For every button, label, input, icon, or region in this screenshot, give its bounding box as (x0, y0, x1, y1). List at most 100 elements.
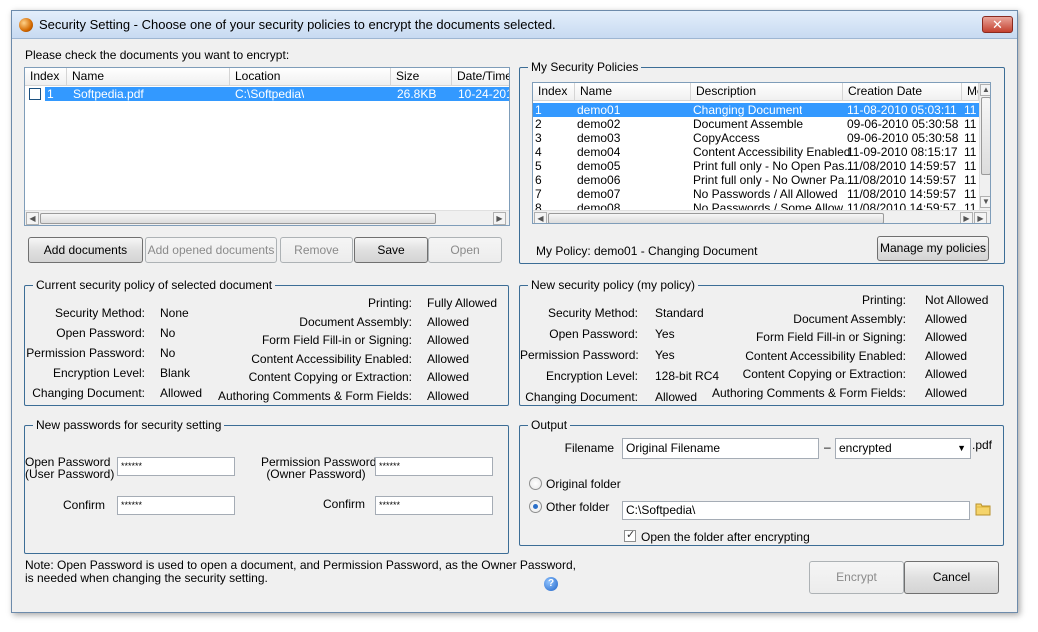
policy-mod: 11 (964, 117, 977, 131)
col-header-index[interactable]: Index (25, 68, 67, 86)
suffix-select[interactable]: encrypted ▼ (835, 438, 971, 459)
manage-my-policies-button[interactable]: Manage my policies (877, 236, 989, 261)
policy-row[interactable]: 1 demo01 Changing Document 11-08-2010 05:03… (533, 103, 979, 117)
new-policy-right-label: Authoring Comments & Form Fields: (711, 385, 906, 400)
current-policy-left-value: Blank (160, 366, 191, 380)
col-header-name[interactable]: Name (67, 68, 230, 86)
open-confirm-label: Confirm (62, 498, 105, 512)
policies-vscrollbar[interactable]: ▲ ▼ (979, 83, 990, 210)
col-header-date[interactable]: Date/Time (452, 68, 509, 86)
documents-hscrollbar[interactable]: ◀ ▶ (25, 210, 509, 225)
policy-row[interactable]: 7 demo07 No Passwords / All Allowed 11/08/2… (533, 187, 979, 201)
policy-name: demo01 (577, 103, 621, 117)
other-folder-radio[interactable] (529, 500, 542, 513)
current-policy-left-label: Encryption Level: (52, 366, 145, 380)
col-header-index[interactable]: Index (533, 83, 575, 101)
policies-list[interactable]: Index Name Description Creation Date Mo … (532, 82, 991, 224)
remove-button[interactable]: Remove (280, 237, 353, 263)
current-policy-group: Current security policy of selected docu… (24, 278, 509, 406)
col-header-size[interactable]: Size (391, 68, 452, 86)
scroll-right-icon[interactable]: ▶ (493, 212, 506, 225)
col-header-location[interactable]: Location (230, 68, 391, 86)
current-policy-left-value: Allowed (160, 386, 203, 400)
checkmark-icon: ✓ (626, 529, 636, 541)
scroll-right-end-icon[interactable]: ▶ (974, 212, 987, 223)
new-policy-right-label: Form Field Fill-in or Signing: (755, 330, 906, 344)
col-header-name[interactable]: Name (575, 83, 691, 101)
policy-index: 1 (535, 103, 542, 117)
current-policy-left-label: Open Password: (56, 326, 145, 340)
open-password-field[interactable]: ****** (117, 457, 235, 476)
filename-field[interactable]: Original Filename (622, 438, 819, 459)
scroll-left-icon[interactable]: ◀ (534, 212, 547, 223)
original-folder-radio[interactable] (529, 477, 542, 490)
current-policy-left-label: Changing Document: (32, 386, 145, 400)
permission-password-confirm-field[interactable]: ****** (375, 496, 493, 515)
save-button[interactable]: Save (354, 237, 428, 263)
open-after-label[interactable]: Open the folder after encrypting (641, 530, 810, 544)
current-policy-left-value: No (160, 346, 176, 360)
new-policy-legend: New security policy (my policy) (528, 278, 699, 292)
open-button[interactable]: Open (428, 237, 502, 263)
cancel-button[interactable]: Cancel (904, 561, 999, 594)
document-date: 10-24-201 (458, 87, 510, 101)
security-setting-window: Security Setting - Choose one of your se… (11, 10, 1018, 613)
scroll-down-icon[interactable]: ▼ (980, 196, 990, 208)
col-header-description[interactable]: Description (691, 83, 843, 101)
document-row[interactable]: 1 Softpedia.pdf C:\Softpedia\ 26.8KB 10-… (45, 87, 509, 101)
policy-description: No Passwords / All Allowed (693, 187, 838, 201)
open-after-checkbox[interactable]: ✓ (624, 529, 636, 542)
scroll-thumb[interactable] (40, 213, 436, 224)
policy-row[interactable]: 2 demo02 Document Assemble 09-06-2010 05:30… (533, 117, 979, 131)
add-documents-button[interactable]: Add documents (28, 237, 143, 263)
add-opened-documents-button[interactable]: Add opened documents (145, 237, 277, 263)
current-policy-right-value: Allowed (427, 314, 470, 329)
passwords-legend: New passwords for security setting (33, 418, 225, 432)
policy-row[interactable]: 4 demo04 Content Accessibility Enabled 11-0… (533, 145, 979, 159)
policies-hscrollbar[interactable]: ◀ ▶ ▶ (533, 210, 990, 223)
folder-browse-icon[interactable] (975, 501, 991, 516)
passwords-group: New passwords for security setting Open … (24, 418, 509, 554)
policy-created: 09-06-2010 05:30:58 (847, 117, 959, 131)
close-button[interactable]: ✕ (982, 16, 1013, 33)
open-password-confirm-field[interactable]: ****** (117, 496, 235, 515)
suffix-value: encrypted (839, 441, 892, 455)
new-policy-right-label: Document Assembly: (793, 311, 906, 326)
scroll-thumb[interactable] (981, 97, 990, 175)
folder-path-field[interactable]: C:\Softpedia\ (622, 501, 970, 520)
policy-row[interactable]: 5 demo05 Print full only - No Open Pas... 1… (533, 159, 979, 173)
chevron-down-icon[interactable]: ▼ (957, 439, 966, 458)
col-header-modified[interactable]: Mo (962, 83, 979, 101)
open-password-label: Open Password (User Password) (25, 456, 114, 480)
extension-label: .pdf (972, 438, 993, 452)
policy-row[interactable]: 3 demo03 CopyAccess 09-06-2010 05:30:58 11 (533, 131, 979, 145)
current-policy-right-label: Document Assembly: (299, 314, 412, 329)
scroll-up-icon[interactable]: ▲ (980, 84, 990, 96)
documents-list[interactable]: Index Name Location Size Date/Time 1 Sof… (24, 67, 510, 226)
permission-password-field[interactable]: ****** (375, 457, 493, 476)
scroll-right-icon[interactable]: ▶ (960, 212, 973, 223)
permission-confirm-label: Confirm (322, 497, 365, 511)
policy-name: demo07 (577, 187, 621, 201)
col-header-creation-date[interactable]: Creation Date (843, 83, 962, 101)
original-folder-label[interactable]: Original folder (546, 477, 621, 491)
scroll-thumb[interactable] (548, 213, 884, 223)
filename-dash: – (824, 440, 831, 454)
new-policy-right-value: Allowed (925, 385, 968, 400)
current-policy-right-label: Printing: (367, 296, 412, 310)
policy-index: 5 (535, 159, 542, 173)
current-policy-right-value: Allowed (427, 370, 470, 384)
policy-row[interactable]: 6 demo06 Print full only - No Owner Pa... 1… (533, 173, 979, 187)
encrypt-button[interactable]: Encrypt (809, 561, 904, 594)
other-folder-label[interactable]: Other folder (546, 500, 609, 514)
document-checkbox[interactable] (29, 88, 41, 100)
document-name: Softpedia.pdf (73, 87, 144, 101)
new-policy-left-label: Security Method: (547, 306, 638, 320)
new-policy-right-value: Allowed (925, 348, 968, 363)
window-title: Security Setting - Choose one of your se… (39, 17, 556, 32)
scroll-left-icon[interactable]: ◀ (26, 212, 39, 225)
policy-description: Document Assemble (693, 117, 804, 131)
policy-index: 3 (535, 131, 542, 145)
help-icon[interactable]: ? (544, 577, 558, 591)
policy-created: 11/08/2010 14:59:57 (847, 159, 957, 173)
